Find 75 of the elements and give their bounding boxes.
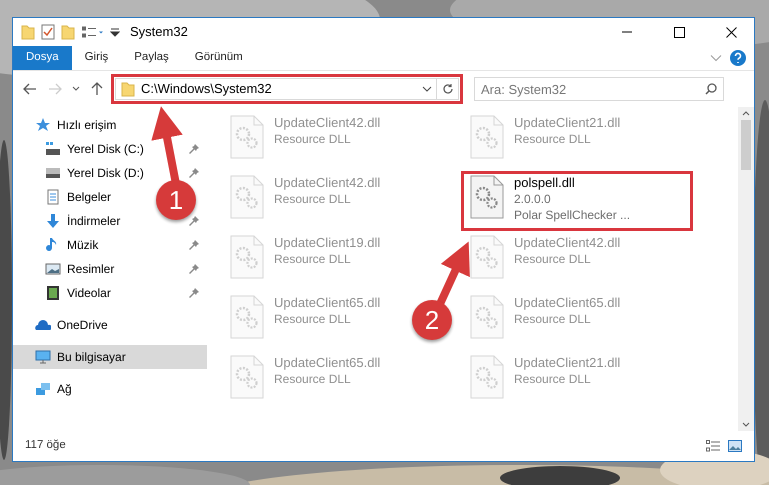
- sidebar-item[interactable]: Ağ: [35, 380, 72, 398]
- scroll-up-icon[interactable]: [742, 111, 750, 116]
- network-icon: [35, 381, 51, 397]
- pin-icon[interactable]: [189, 144, 199, 154]
- pin-icon[interactable]: [189, 288, 199, 298]
- forward-arrow-icon: [48, 83, 62, 95]
- expand-ribbon-icon[interactable]: [710, 54, 722, 62]
- minimize-icon: [622, 31, 632, 33]
- pin-icon[interactable]: [189, 168, 199, 178]
- item-count: 117 öğe: [25, 438, 66, 454]
- details-view-icon[interactable]: [706, 440, 720, 452]
- sidebar-item[interactable]: İndirmeler: [45, 212, 120, 230]
- callout-arrow: [436, 241, 470, 306]
- refresh-icon: [442, 83, 454, 95]
- document-icon: [45, 189, 61, 205]
- cloud-icon: [35, 317, 51, 333]
- new-folder-icon[interactable]: [61, 24, 75, 40]
- file-detail: Resource DLL: [274, 371, 352, 387]
- large-icons-view-icon[interactable]: [728, 440, 742, 452]
- ribbon-tab[interactable]: Dosya: [13, 46, 72, 70]
- properties-icon[interactable]: [41, 24, 55, 40]
- ribbon-tab[interactable]: Paylaş: [121, 46, 182, 70]
- picture-icon: [45, 261, 61, 277]
- file-detail: Polar SpellChecker ...: [514, 207, 630, 223]
- drive-icon: [45, 141, 61, 157]
- file-detail: Resource DLL: [514, 371, 592, 387]
- file-detail: Resource DLL: [514, 131, 592, 147]
- view-options-icon[interactable]: [81, 26, 104, 38]
- film-icon: [45, 285, 61, 301]
- folder-icon[interactable]: [21, 24, 35, 40]
- sidebar-item[interactable]: Hızlı erişim: [35, 116, 116, 134]
- sidebar-item[interactable]: Belgeler: [45, 188, 112, 206]
- scrollbar[interactable]: [738, 107, 754, 431]
- file-detail: Resource DLL: [514, 311, 592, 327]
- address-field[interactable]: C:\Windows\System32: [115, 78, 437, 100]
- close-icon: [726, 26, 736, 38]
- search-field[interactable]: Ara: System32: [474, 77, 724, 101]
- ribbon-tab[interactable]: Görünüm: [182, 46, 256, 70]
- file-detail: Resource DLL: [274, 191, 352, 207]
- gear-file-icon[interactable]: [470, 175, 504, 219]
- sidebar-item[interactable]: Videolar: [45, 284, 111, 302]
- scroll-thumb[interactable]: [741, 120, 751, 170]
- pin-icon[interactable]: [189, 216, 199, 226]
- sidebar-item[interactable]: Yerel Disk (D:): [45, 164, 144, 182]
- pin-icon[interactable]: [189, 240, 199, 250]
- sidebar-item[interactable]: Müzik: [45, 236, 98, 254]
- file-detail: Resource DLL: [274, 251, 352, 267]
- dropdown-icon[interactable]: [422, 86, 432, 92]
- file-detail: Resource DLL: [274, 131, 352, 147]
- sidebar-item[interactable]: OneDrive: [35, 316, 108, 334]
- ribbon-tab[interactable]: Giriş: [72, 46, 122, 70]
- chevron-down-icon: [72, 86, 80, 92]
- help-icon[interactable]: [730, 50, 746, 66]
- scroll-down-icon[interactable]: [742, 422, 750, 427]
- customize-toolbar-icon[interactable]: [110, 28, 120, 36]
- file-detail: 2.0.0.0: [514, 191, 552, 207]
- star-icon: [35, 117, 51, 133]
- computer-icon: [35, 349, 51, 365]
- sidebar-item[interactable]: Yerel Disk (C:): [45, 140, 144, 158]
- window-title: System32: [130, 23, 188, 42]
- maximize-icon: [674, 26, 684, 38]
- sidebar-item[interactable]: Bu bilgisayar: [35, 348, 126, 366]
- refresh-button[interactable]: [437, 78, 459, 100]
- up-arrow-icon: [91, 82, 103, 96]
- back-arrow-icon: [23, 83, 37, 95]
- folder-icon: [121, 82, 135, 96]
- file-name[interactable]: polspell.dll: [514, 175, 630, 191]
- search-icon: [705, 83, 717, 95]
- address-path: C:\Windows\System32: [141, 80, 273, 98]
- file-detail: Resource DLL: [274, 311, 352, 327]
- pin-icon[interactable]: [189, 264, 199, 274]
- download-arrow-icon: [45, 213, 61, 229]
- sidebar-item[interactable]: Resimler: [45, 260, 114, 278]
- file-detail: Resource DLL: [514, 251, 592, 267]
- drive-icon: [45, 165, 61, 181]
